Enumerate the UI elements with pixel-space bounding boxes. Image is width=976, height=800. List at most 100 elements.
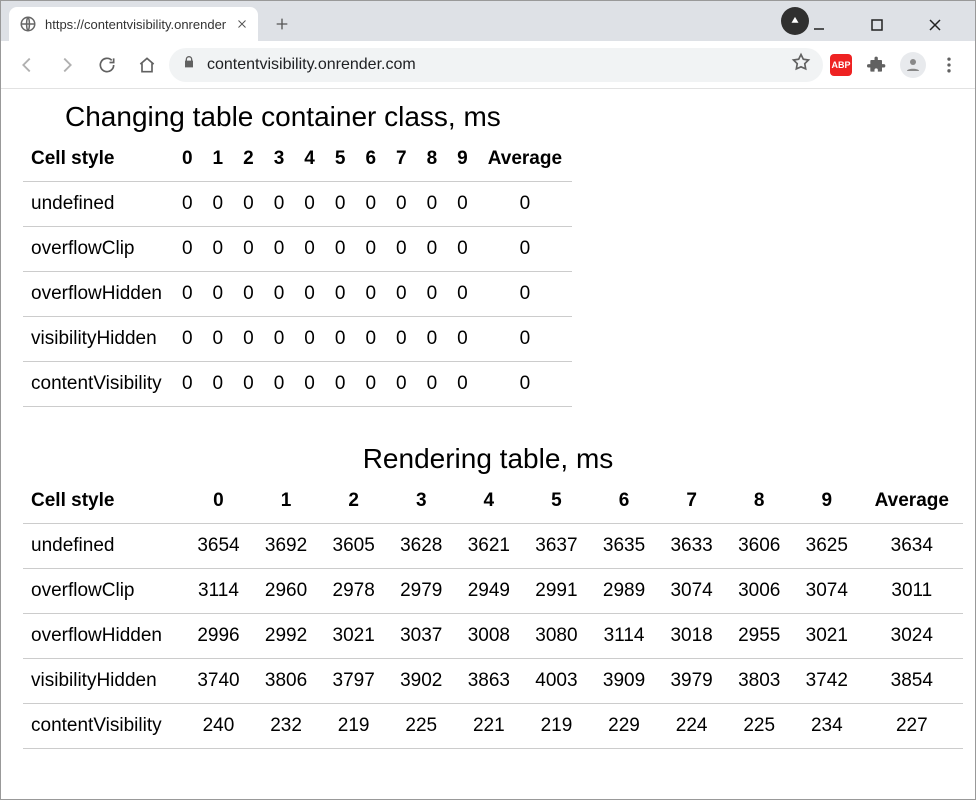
row-label: undefined bbox=[23, 524, 185, 569]
cell-value: 0 bbox=[233, 182, 264, 227]
cell-average: 0 bbox=[478, 182, 572, 227]
cell-value: 3806 bbox=[252, 659, 320, 704]
cell-value: 2955 bbox=[725, 614, 793, 659]
close-button[interactable] bbox=[917, 11, 953, 39]
cell-value: 0 bbox=[233, 272, 264, 317]
table-row: overflowClip3114296029782979294929912989… bbox=[23, 569, 963, 614]
tabs-row: https://contentvisibility.onrender bbox=[1, 1, 296, 41]
cell-average: 3011 bbox=[861, 569, 963, 614]
cell-value: 2991 bbox=[523, 569, 591, 614]
cell-value: 0 bbox=[386, 182, 417, 227]
cell-average: 0 bbox=[478, 272, 572, 317]
column-header: 3 bbox=[264, 137, 295, 182]
cell-value: 0 bbox=[264, 317, 295, 362]
cell-value: 234 bbox=[793, 704, 861, 749]
row-label: overflowClip bbox=[23, 227, 172, 272]
cell-value: 0 bbox=[447, 272, 478, 317]
minimize-button[interactable] bbox=[801, 11, 837, 39]
home-button[interactable] bbox=[129, 47, 165, 83]
cell-value: 219 bbox=[320, 704, 388, 749]
column-header: Average bbox=[478, 137, 572, 182]
kebab-menu-button[interactable] bbox=[931, 47, 967, 83]
cell-value: 2960 bbox=[252, 569, 320, 614]
table-row: overflowHidden00000000000 bbox=[23, 272, 572, 317]
cell-average: 227 bbox=[861, 704, 963, 749]
cell-value: 219 bbox=[523, 704, 591, 749]
cell-value: 0 bbox=[294, 182, 325, 227]
cell-value: 3114 bbox=[590, 614, 658, 659]
cell-value: 224 bbox=[658, 704, 726, 749]
column-header: 4 bbox=[294, 137, 325, 182]
cell-value: 3902 bbox=[387, 659, 455, 704]
cell-value: 0 bbox=[386, 317, 417, 362]
page-content[interactable]: Changing table container class, ms Cell … bbox=[1, 89, 975, 799]
column-header: 2 bbox=[233, 137, 264, 182]
cell-value: 0 bbox=[417, 272, 448, 317]
cell-value: 0 bbox=[294, 272, 325, 317]
column-header: 8 bbox=[725, 479, 793, 524]
new-tab-button[interactable] bbox=[268, 10, 296, 38]
tab-close-icon[interactable] bbox=[234, 16, 250, 32]
row-label: contentVisibility bbox=[23, 704, 185, 749]
column-header: 3 bbox=[387, 479, 455, 524]
cell-value: 2989 bbox=[590, 569, 658, 614]
profile-avatar-button[interactable] bbox=[899, 51, 927, 79]
cell-value: 3021 bbox=[793, 614, 861, 659]
cell-value: 3633 bbox=[658, 524, 726, 569]
cell-value: 3021 bbox=[320, 614, 388, 659]
cell-value: 3863 bbox=[455, 659, 523, 704]
cell-value: 3797 bbox=[320, 659, 388, 704]
cell-value: 240 bbox=[185, 704, 253, 749]
browser-tab[interactable]: https://contentvisibility.onrender bbox=[9, 7, 258, 41]
cell-value: 0 bbox=[203, 182, 234, 227]
forward-button[interactable] bbox=[49, 47, 85, 83]
url-text: contentvisibility.onrender.com bbox=[207, 56, 416, 74]
abp-extension-icon[interactable]: ABP bbox=[827, 51, 855, 79]
row-label: undefined bbox=[23, 182, 172, 227]
cell-value: 3625 bbox=[793, 524, 861, 569]
table2-title: Rendering table, ms bbox=[21, 443, 955, 475]
row-label: overflowHidden bbox=[23, 272, 172, 317]
cell-value: 0 bbox=[417, 227, 448, 272]
cell-value: 0 bbox=[294, 317, 325, 362]
cell-value: 3621 bbox=[455, 524, 523, 569]
cell-value: 0 bbox=[417, 182, 448, 227]
cell-value: 3628 bbox=[387, 524, 455, 569]
column-header: 9 bbox=[793, 479, 861, 524]
extensions-button[interactable] bbox=[859, 47, 895, 83]
cell-value: 225 bbox=[725, 704, 793, 749]
maximize-button[interactable] bbox=[859, 11, 895, 39]
row-label: overflowHidden bbox=[23, 614, 185, 659]
cell-average: 3024 bbox=[861, 614, 963, 659]
cell-value: 0 bbox=[294, 362, 325, 407]
back-button[interactable] bbox=[9, 47, 45, 83]
table-row: overflowClip00000000000 bbox=[23, 227, 572, 272]
browser-chrome: https://contentvisibility.onrender bbox=[1, 1, 975, 89]
window-controls bbox=[783, 7, 971, 43]
row-label: visibilityHidden bbox=[23, 659, 185, 704]
reload-button[interactable] bbox=[89, 47, 125, 83]
cell-average: 3854 bbox=[861, 659, 963, 704]
column-header: Cell style bbox=[23, 479, 185, 524]
table-row: undefined00000000000 bbox=[23, 182, 572, 227]
cell-value: 0 bbox=[355, 182, 386, 227]
cell-value: 0 bbox=[264, 227, 295, 272]
cell-value: 0 bbox=[355, 227, 386, 272]
cell-value: 0 bbox=[325, 272, 356, 317]
cell-value: 2979 bbox=[387, 569, 455, 614]
address-bar[interactable]: contentvisibility.onrender.com bbox=[169, 48, 823, 82]
cell-value: 3074 bbox=[793, 569, 861, 614]
cell-value: 0 bbox=[203, 362, 234, 407]
cell-value: 0 bbox=[233, 362, 264, 407]
cell-value: 3909 bbox=[590, 659, 658, 704]
column-header: 9 bbox=[447, 137, 478, 182]
cell-value: 0 bbox=[386, 227, 417, 272]
bookmark-star-icon[interactable] bbox=[791, 52, 811, 77]
globe-icon bbox=[19, 15, 37, 33]
cell-value: 0 bbox=[386, 272, 417, 317]
cell-value: 0 bbox=[447, 362, 478, 407]
column-header: 4 bbox=[455, 479, 523, 524]
cell-value: 0 bbox=[264, 272, 295, 317]
table-row: undefined3654369236053628362136373635363… bbox=[23, 524, 963, 569]
cell-value: 232 bbox=[252, 704, 320, 749]
